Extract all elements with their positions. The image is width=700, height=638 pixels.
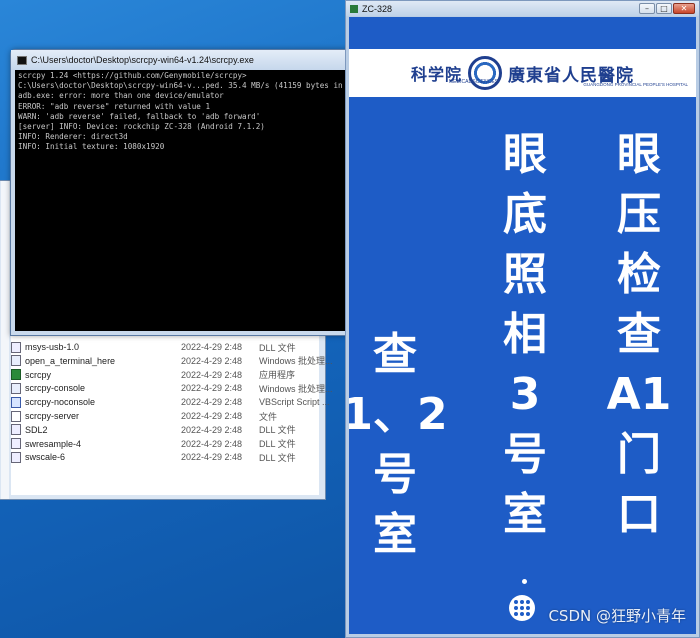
device-window: ZC-328 – □ ✕ 科学院 MEDICAL SCIENCES 廣東省人民醫…: [345, 0, 700, 638]
sign-character: 底: [503, 189, 547, 240]
dll-icon: [11, 424, 21, 436]
page-indicator-dot: [522, 579, 527, 584]
sign-character: 压: [617, 189, 661, 240]
file-name: msys-usb-1.0: [25, 342, 80, 352]
file-date: 2022-4-29 2:48: [181, 424, 243, 435]
bat-icon: [11, 382, 21, 394]
file-name: scrcpy-server: [25, 411, 80, 421]
file-type: 文件: [259, 411, 278, 422]
file-date: 2022-4-29 2:48: [181, 342, 243, 352]
file-name: swresample-4: [25, 438, 82, 449]
file-name: open_a_terminal_here: [25, 355, 116, 366]
file-name: scrcpy: [25, 369, 52, 380]
file-date: 2022-4-29 2:48: [181, 411, 243, 421]
file-date: 2022-4-29 2:48: [181, 438, 243, 449]
sign-character: 眼: [617, 129, 661, 180]
keypad-icon[interactable]: [509, 595, 535, 621]
sign-character: 号: [503, 429, 547, 480]
dll-icon: [11, 451, 21, 463]
sign-character: 检: [617, 249, 661, 300]
sign-character: 门: [617, 429, 661, 480]
file-row[interactable]: open_a_terminal_here 2022-4-29 2:48 Window…: [11, 354, 333, 368]
sign-character: 口: [617, 489, 661, 540]
file-name: scrcpy-console: [25, 383, 86, 394]
hospital-logo-subtext: GUANGDONG PROVINCIAL PEOPLE'S HOSPITAL: [583, 82, 688, 87]
file-date: 2022-4-29 2:48: [181, 355, 243, 366]
file-type: DLL 文件: [259, 342, 296, 353]
file-date: 2022-4-29 2:48: [181, 369, 243, 380]
file-row[interactable]: swresample-4 2022-4-29 2:48 DLL 文件: [11, 437, 296, 451]
file-date: 2022-4-29 2:48: [181, 452, 243, 463]
file-name: SDL2: [25, 424, 48, 435]
scrcpy-app-icon: [350, 4, 358, 13]
minimize-button[interactable]: –: [639, 3, 655, 14]
dll-icon: [11, 341, 21, 353]
file-row[interactable]: SDL2 2022-4-29 2:48 DLL 文件: [11, 423, 296, 437]
dll-icon: [11, 438, 21, 450]
file-type: VBScript Script ...: [259, 397, 330, 408]
sign-character: 室: [373, 509, 417, 560]
hospital-logo-banner: 科学院 MEDICAL SCIENCES 廣東省人民醫院 GUANGDONG P…: [349, 49, 696, 97]
sign-character: 号: [373, 449, 417, 500]
vbs-icon: [11, 396, 21, 408]
file-type: Windows 批处理...: [259, 383, 333, 394]
file-date: 2022-4-29 2:48: [181, 383, 243, 394]
file-name: scrcpy-noconsole: [25, 397, 96, 408]
file-row[interactable]: scrcpy-noconsole 2022-4-29 2:48 VBScript S…: [11, 395, 330, 409]
file-name: swscale-6: [25, 452, 66, 463]
sign-character: 室: [503, 489, 547, 540]
explorer-nav-pane: [1, 181, 9, 499]
sign-character: 照: [503, 249, 547, 300]
maximize-button[interactable]: □: [656, 3, 672, 14]
file-row[interactable]: swscale-6 2022-4-29 2:48 DLL 文件: [11, 450, 296, 464]
file-type: Windows 批处理...: [259, 356, 333, 367]
sign-column-left: 查 1、2 号室: [349, 325, 448, 565]
sign-character: 查: [373, 329, 417, 380]
close-button[interactable]: ✕: [673, 3, 695, 14]
sign-character: A1: [606, 369, 672, 420]
sign-character: 查: [617, 309, 661, 360]
file-row[interactable]: msys-usb-1.0 2022-4-29 2:48 DLL 文件: [11, 340, 296, 354]
file-row[interactable]: scrcpy-console 2022-4-29 2:48 Windows 批处理.…: [11, 381, 333, 395]
sign-character: 3: [509, 369, 541, 420]
sign-character: 相: [503, 309, 547, 360]
university-logo-subtext: MEDICAL SCIENCES: [449, 79, 498, 85]
console-title: C:\Users\doctor\Desktop\scrcpy-win64-v1.…: [31, 55, 254, 65]
csdn-watermark: CSDN @狂野小青年: [548, 607, 686, 625]
file-row[interactable]: scrcpy 2022-4-29 2:48 应用程序: [11, 368, 295, 382]
sign-character: 1、2: [349, 389, 448, 440]
file-type: DLL 文件: [259, 452, 296, 463]
file-type: 应用程序: [259, 370, 296, 381]
device-window-controls: – □ ✕: [639, 3, 695, 14]
file-row[interactable]: scrcpy-server 2022-4-29 2:48 文件: [11, 409, 277, 423]
device-title: ZC-328: [362, 3, 393, 14]
file-type: DLL 文件: [259, 439, 296, 450]
bat-icon: [11, 355, 21, 367]
file-date: 2022-4-29 2:48: [181, 397, 243, 408]
device-screen[interactable]: 科学院 MEDICAL SCIENCES 廣東省人民醫院 GUANGDONG P…: [349, 17, 696, 634]
file-icon: [11, 410, 21, 422]
sign-column-middle: 眼底照相 3 号室: [489, 125, 561, 545]
sign-character: 眼: [503, 129, 547, 180]
file-type: DLL 文件: [259, 425, 296, 436]
console-app-icon: [17, 55, 27, 65]
exe-icon: [11, 369, 21, 381]
sign-column-right: 眼压检查 A1 门口: [603, 125, 675, 545]
